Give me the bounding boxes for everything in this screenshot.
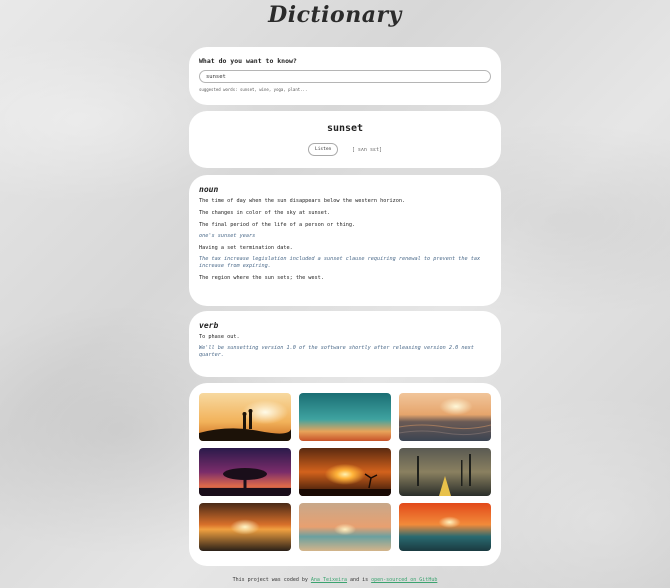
couple-silhouette-sunset-photo[interactable] [199, 393, 291, 441]
hazy-beach-sunset-photo[interactable] [299, 503, 391, 551]
part-of-speech: noun [199, 185, 219, 194]
teal-orange-sky-photo[interactable] [299, 393, 391, 441]
photo-grid [199, 393, 491, 551]
definition-example: one's sunset years [199, 233, 256, 239]
search-card: What do you want to know? suggested word… [189, 47, 501, 105]
definition: The time of day when the sun disappears … [199, 198, 406, 204]
search-question: What do you want to know? [199, 57, 297, 65]
orange-sun-tree-photo[interactable] [299, 448, 391, 496]
part-of-speech: verb [199, 321, 219, 330]
ocean-waves-sunset-photo[interactable] [399, 393, 491, 441]
definition-example: The tax increase legislation included a … [199, 256, 481, 269]
definition: To phase out. [199, 334, 240, 340]
red-sea-sunset-photo[interactable] [399, 503, 491, 551]
footer-prefix: This project was coded by [232, 577, 308, 583]
definition-example: We'll be sunsetting version 1.0 of the s… [199, 345, 474, 358]
search-hint: suggested words: sunset, wine, yoga, pla… [199, 87, 308, 92]
photos-card [189, 383, 501, 566]
meaning-card-verb: verb To phase out. We'll be sunsetting v… [189, 311, 501, 377]
word-heading: sunset [326, 123, 364, 134]
github-link[interactable]: open-sourced on GitHub [371, 577, 437, 583]
sea-horizon-sunset-photo[interactable] [199, 503, 291, 551]
palm-road-sunset-photo[interactable] [399, 448, 491, 496]
app-title: Dictionary [268, 2, 402, 28]
search-input[interactable] [199, 70, 491, 83]
listen-button[interactable]: Listen [307, 143, 339, 156]
purple-tree-sunset-photo[interactable] [199, 448, 291, 496]
word-card: sunset Listen [ sʌn sɛt] [189, 111, 501, 168]
definition: The changes in color of the sky at sunse… [199, 210, 331, 216]
meaning-card-noun: noun The time of day when the sun disapp… [189, 175, 501, 306]
phonetic-row: Listen [ sʌn sɛt] [189, 139, 501, 158]
author-link[interactable]: Ana Teixeira [311, 577, 347, 583]
definition: The region where the sun sets; the west. [199, 275, 324, 281]
definition: The final period of the life of a person… [199, 222, 356, 228]
footer-middle: and is [350, 577, 369, 583]
definition: Having a set termination date. [199, 245, 293, 251]
footer: This project was coded by Ana Teixeira a… [0, 577, 670, 583]
phonetic-text: [ sʌn sɛt] [351, 146, 382, 153]
